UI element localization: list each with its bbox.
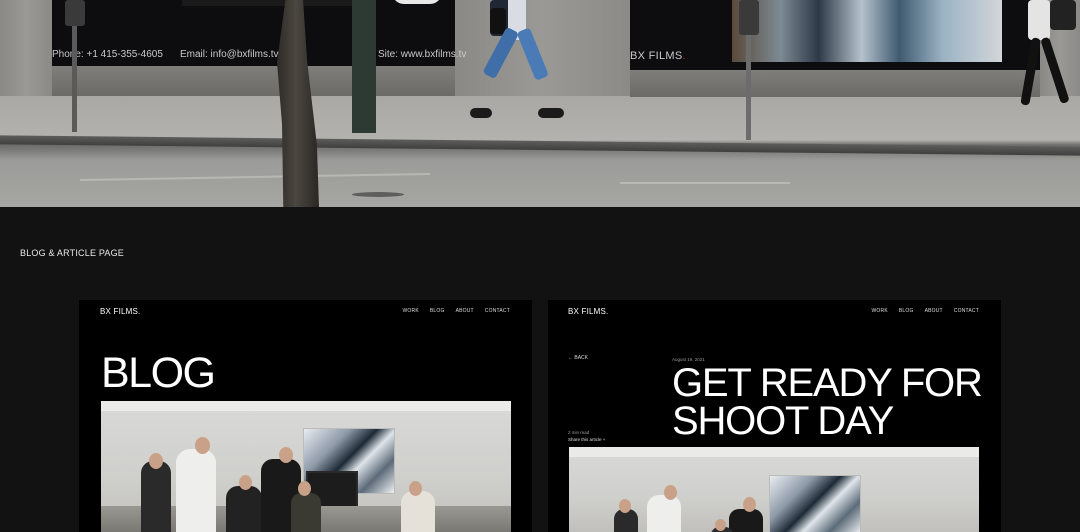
read-time: 2 min read: [568, 430, 590, 435]
wall-segment: [0, 0, 52, 96]
window-brand: BX FILMS.: [630, 50, 686, 62]
section-label: BLOG & ARTICLE PAGE: [20, 248, 125, 258]
nav-contact[interactable]: CONTACT: [954, 308, 979, 314]
pedestrian-woman: [1010, 0, 1080, 120]
parking-meter-pole: [746, 30, 751, 140]
nav-work[interactable]: WORK: [403, 308, 419, 314]
nav-work[interactable]: WORK: [872, 308, 888, 314]
email-text: Email: info@bxfilms.tv: [180, 49, 279, 60]
brand-logo[interactable]: BX FILMS.: [568, 307, 608, 316]
nav-blog[interactable]: BLOG: [430, 308, 445, 314]
phone-text: Phone: +1 415-355-4605: [52, 49, 163, 60]
storefront-window-left: Phone: +1 415-355-4605 Email: info@bxfil…: [52, 0, 466, 68]
hero-street-photo: Phone: +1 415-355-4605 Email: info@bxfil…: [0, 0, 1080, 207]
nav-about[interactable]: ABOUT: [456, 308, 474, 314]
site-text: Site: www.bxfilms.tv: [378, 49, 467, 60]
window-sill: [52, 66, 455, 96]
window-poster: [732, 0, 1002, 62]
article-title: GET READY FOR SHOOT DAY: [672, 361, 983, 443]
parking-meter-pole: [72, 20, 77, 132]
curb: [0, 135, 1080, 156]
parking-meter: [739, 0, 759, 35]
share-link[interactable]: Share this article +: [568, 437, 605, 442]
blog-page-preview: BX FILMS. WORK BLOG ABOUT CONTACT BLOG: [79, 300, 532, 532]
blog-post-photo[interactable]: [101, 401, 511, 532]
lamp-post: [352, 0, 376, 133]
window-sill: [630, 70, 1040, 97]
road-line: [620, 182, 790, 184]
wall-artwork: [769, 475, 861, 532]
main-nav: WORK BLOG ABOUT CONTACT: [403, 308, 511, 314]
article-page-preview: BX FILMS. WORK BLOG ABOUT CONTACT ← BACK…: [548, 300, 1001, 532]
storefront-window-right: BX FILMS.: [630, 0, 1040, 70]
pedestrian-man: [470, 0, 570, 125]
manhole: [352, 192, 404, 197]
main-nav: WORK BLOG ABOUT CONTACT: [872, 308, 980, 314]
nav-about[interactable]: ABOUT: [925, 308, 943, 314]
page-title: BLOG: [101, 349, 216, 397]
nav-contact[interactable]: CONTACT: [485, 308, 510, 314]
parking-meter: [65, 0, 85, 26]
back-link[interactable]: ← BACK: [568, 355, 588, 361]
road-line: [80, 172, 430, 182]
nav-blog[interactable]: BLOG: [899, 308, 914, 314]
brand-logo[interactable]: BX FILMS.: [100, 307, 140, 316]
article-hero-photo: [569, 447, 979, 532]
